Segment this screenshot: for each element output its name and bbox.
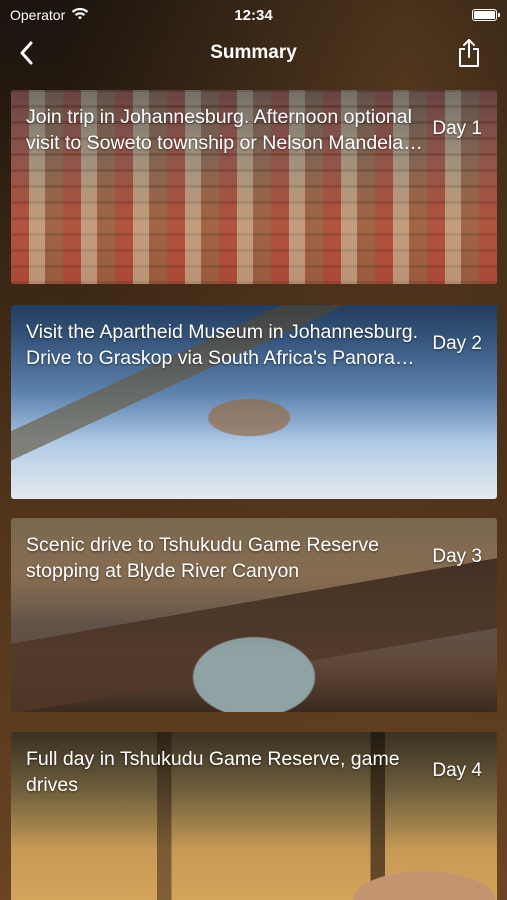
status-left: Operator [10, 7, 89, 24]
day-card-4[interactable]: Full day in Tshukudu Game Reserve, game … [11, 732, 497, 900]
back-button[interactable] [12, 38, 42, 68]
carrier-label: Operator [10, 7, 66, 23]
chevron-left-icon [20, 41, 33, 65]
day-card-title: Join trip in Johannesburg. Afternoon opt… [26, 106, 412, 154]
day-card-3[interactable]: Scenic drive to Tshukudu Game Reserve st… [11, 518, 497, 712]
navigation-bar: Summary [0, 30, 507, 76]
battery-icon [472, 9, 500, 21]
day-card-title: Scenic drive to Tshukudu Game Reserve st… [26, 534, 379, 582]
status-bar: Operator 12:34 [0, 0, 507, 30]
day-card-2[interactable]: Visit the Apartheid Museum in Johannesbu… [11, 305, 497, 499]
day-card-title: Visit the Apartheid Museum in Johannesbu… [26, 321, 423, 369]
wifi-icon [71, 7, 89, 24]
day-card-title: Full day in Tshukudu Game Reserve, game … [26, 748, 400, 796]
status-time: 12:34 [234, 6, 273, 24]
day-card-label: Day 3 [432, 546, 482, 567]
share-button[interactable] [453, 36, 485, 70]
day-card-label: Day 1 [432, 118, 482, 139]
day-card-label: Day 4 [432, 760, 482, 781]
day-card-1[interactable]: Join trip in Johannesburg. Afternoon opt… [11, 90, 497, 284]
share-icon [459, 39, 479, 67]
page-title: Summary [210, 42, 297, 63]
day-card-label: Day 2 [432, 333, 482, 354]
